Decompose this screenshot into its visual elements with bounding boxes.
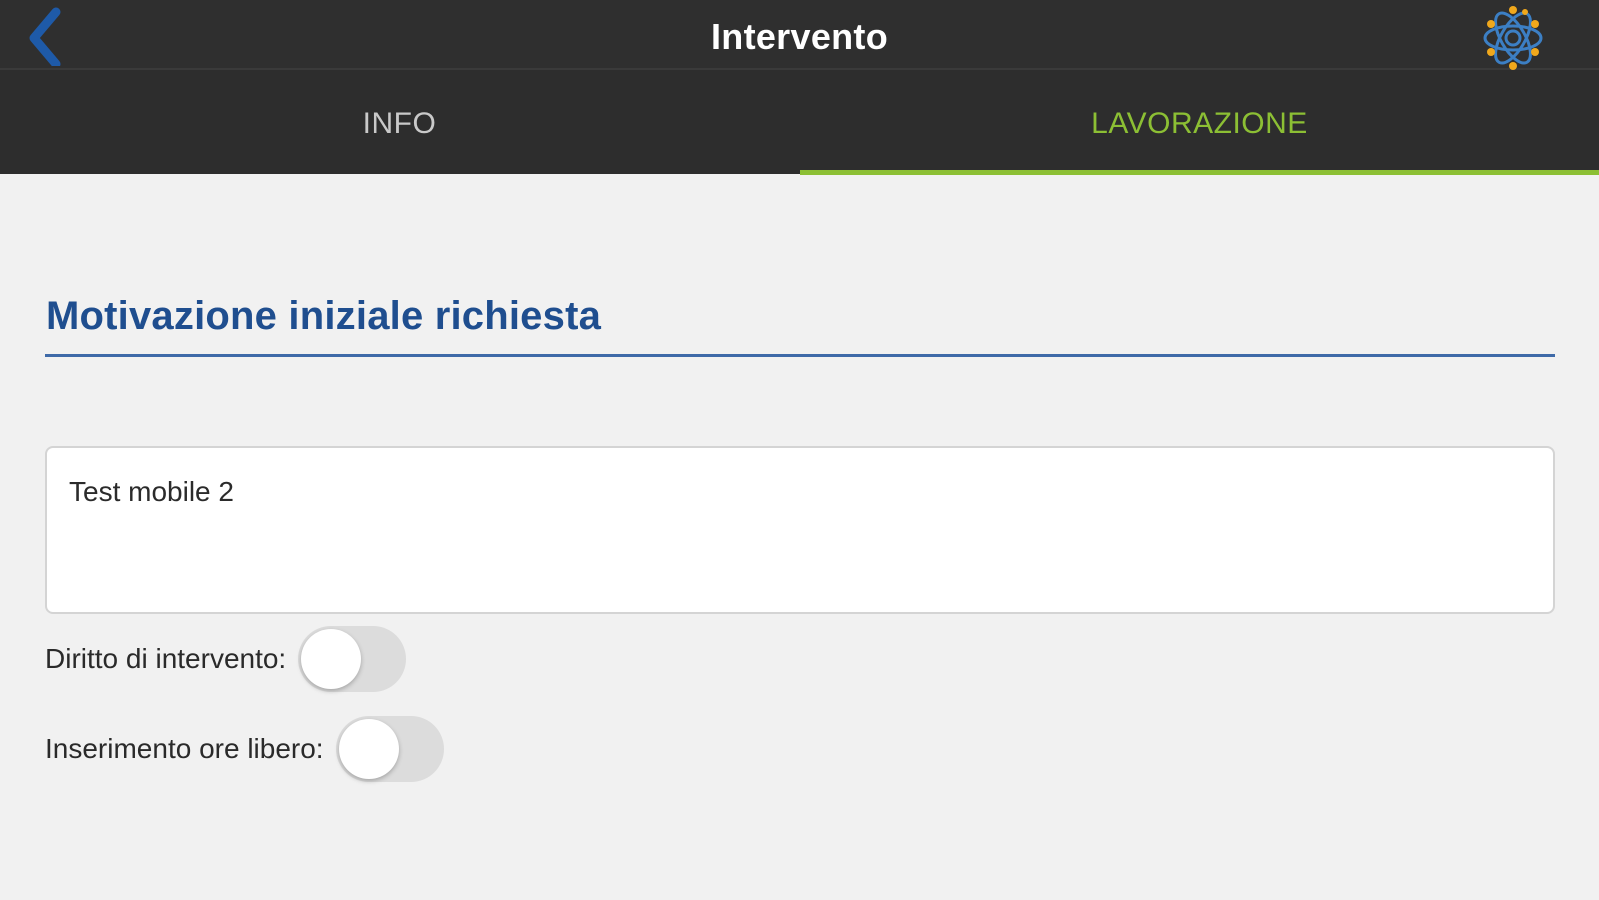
toggle-row-diritto: Diritto di intervento: — [45, 624, 407, 694]
toggle-row-ore-libero: Inserimento ore libero: — [45, 714, 444, 784]
diritto-intervento-toggle[interactable] — [298, 626, 407, 692]
toggle-knob — [301, 629, 362, 689]
atom-logo-icon — [1483, 6, 1543, 70]
diritto-intervento-label: Diritto di intervento: — [45, 643, 287, 674]
motivation-textarea[interactable]: Test mobile 2 — [45, 446, 1555, 614]
tab-info[interactable]: INFO — [0, 70, 799, 174]
toggle-knob — [338, 719, 399, 779]
navbar: Intervento — [0, 0, 1599, 70]
app-logo[interactable] — [1477, 2, 1549, 72]
inserimento-ore-libero-toggle[interactable] — [335, 716, 444, 782]
section-divider — [45, 354, 1555, 357]
main-content: Motivazione iniziale richiesta Test mobi… — [0, 174, 1599, 900]
page-title: Intervento — [710, 16, 889, 57]
tab-lavorazione[interactable]: LAVORAZIONE — [800, 70, 1599, 174]
inserimento-ore-libero-label: Inserimento ore libero: — [45, 733, 324, 764]
section-title: Motivazione iniziale richiesta — [46, 294, 602, 338]
tab-bar: INFO LAVORAZIONE — [0, 70, 1599, 175]
